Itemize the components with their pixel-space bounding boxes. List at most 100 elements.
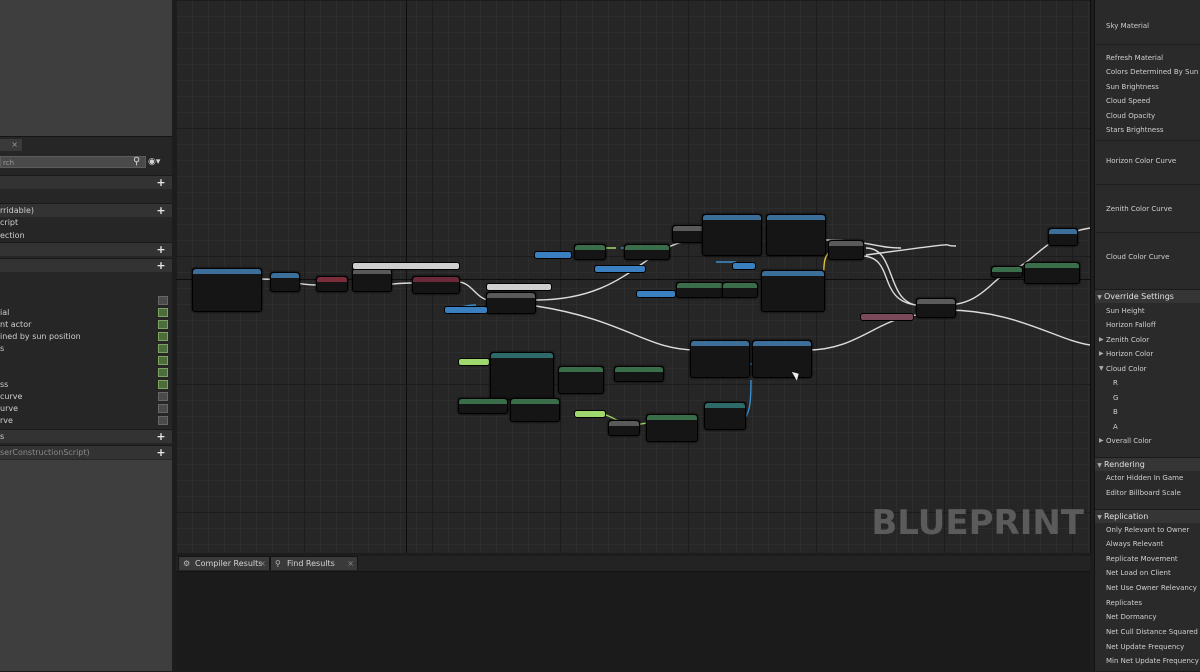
eye-icon[interactable] [158, 416, 168, 425]
property-replicate-movement[interactable]: Replicate Movement [1106, 555, 1178, 563]
macro-node[interactable] [412, 276, 460, 294]
section-replication[interactable]: ▼ Replication [1095, 509, 1200, 523]
function-node[interactable] [558, 366, 604, 394]
section-macros[interactable]: + [0, 242, 172, 256]
property-r[interactable]: R [1113, 379, 1118, 387]
property-g[interactable]: G [1113, 394, 1118, 402]
function-node[interactable] [574, 244, 606, 260]
property-zenith-color[interactable]: Zenith Color [1106, 336, 1149, 344]
reroute-node[interactable] [316, 276, 348, 292]
property-net-update-frequency[interactable]: Net Update Frequency [1106, 643, 1184, 651]
panel-tab[interactable]: × [0, 139, 22, 151]
property-sun-brightness[interactable]: Sun Brightness [1106, 83, 1159, 91]
property-horizon-color-curve[interactable]: Horizon Color Curve [1106, 157, 1176, 165]
add-graph-icon[interactable]: + [156, 176, 166, 189]
property-only-relevant-to-owner[interactable]: Only Relevant to Owner [1106, 526, 1189, 534]
tab-compiler-results[interactable]: ⚙ Compiler Results × [178, 556, 270, 570]
branch-node[interactable] [916, 298, 956, 318]
set-parameter-node[interactable] [690, 340, 750, 378]
property-colors-determined[interactable]: Colors Determined By Sun Position [1106, 68, 1200, 76]
property-horizon-color[interactable]: Horizon Color [1106, 350, 1153, 358]
set-parameter-node[interactable] [702, 214, 762, 256]
function-node[interactable] [676, 282, 724, 298]
function-node[interactable] [608, 420, 640, 436]
variable-get-node[interactable] [574, 410, 606, 418]
search-input[interactable]: rch [0, 156, 146, 168]
add-dispatcher-icon[interactable]: + [156, 430, 166, 443]
tab-find-results[interactable]: ⚲ Find Results × [270, 556, 358, 570]
function-node[interactable] [646, 414, 698, 442]
collapse-icon[interactable]: ▼ [1095, 511, 1104, 524]
eye-icon[interactable] [158, 320, 168, 329]
collapse-icon[interactable]: ▼ [1095, 459, 1104, 472]
section-event-dispatchers[interactable]: s + [0, 429, 172, 443]
function-node[interactable] [991, 266, 1023, 278]
sequence-node[interactable] [486, 292, 536, 314]
function-node[interactable] [458, 398, 508, 414]
property-replicates[interactable]: Replicates [1106, 599, 1142, 607]
function-item[interactable]: cript [0, 216, 172, 230]
section-rendering[interactable]: ▼ Rendering [1095, 457, 1200, 471]
make-struct-node[interactable] [490, 352, 554, 400]
variable-item[interactable]: rve [0, 414, 172, 428]
expand-icon[interactable]: ▶ [1099, 437, 1104, 444]
variable-get-node[interactable] [534, 251, 572, 259]
property-net-use-owner-relevancy[interactable]: Net Use Owner Relevancy [1106, 584, 1197, 592]
eye-icon[interactable] [158, 404, 168, 413]
eye-icon[interactable] [158, 344, 168, 353]
comment-node[interactable] [486, 283, 552, 291]
function-node[interactable] [270, 272, 300, 292]
section-functions[interactable]: rridable) + [0, 203, 172, 217]
search-icon[interactable]: ⚲ [133, 156, 145, 168]
property-cloud-opacity[interactable]: Cloud Opacity [1106, 112, 1155, 120]
set-parameter-node[interactable] [752, 340, 812, 378]
comment-node[interactable] [352, 262, 460, 270]
property-sky-material[interactable]: Sky Material [1106, 22, 1149, 30]
function-node[interactable] [624, 244, 670, 260]
property-min-net-update-frequency[interactable]: Min Net Update Frequency [1106, 657, 1199, 665]
eye-icon[interactable] [158, 380, 168, 389]
variable-get-node[interactable] [444, 306, 488, 314]
expand-icon[interactable]: ▶ [1099, 336, 1104, 343]
blueprint-graph[interactable]: BLUEPRINT [176, 0, 1091, 553]
eye-icon[interactable] [158, 332, 168, 341]
close-icon[interactable]: × [259, 557, 266, 571]
property-horizon-falloff[interactable]: Horizon Falloff [1106, 321, 1156, 329]
property-net-load-on-client[interactable]: Net Load on Client [1106, 569, 1171, 577]
function-node[interactable] [614, 366, 664, 382]
close-icon[interactable]: × [347, 557, 354, 571]
function-node[interactable] [722, 282, 758, 298]
section-graphs[interactable]: + [0, 175, 172, 189]
function-node[interactable] [510, 398, 560, 422]
property-cloud-color[interactable]: Cloud Color [1106, 365, 1147, 373]
property-zenith-color-curve[interactable]: Zenith Color Curve [1106, 205, 1172, 213]
property-net-dormancy[interactable]: Net Dormancy [1106, 613, 1156, 621]
variable-get-node[interactable] [594, 265, 646, 273]
property-cloud-color-curve[interactable]: Cloud Color Curve [1106, 253, 1169, 261]
variable-get-node[interactable] [458, 358, 490, 366]
property-a[interactable]: A [1113, 423, 1118, 431]
event-node[interactable] [192, 268, 262, 312]
property-stars-brightness[interactable]: Stars Brightness [1106, 126, 1164, 134]
set-parameter-node[interactable] [766, 214, 826, 256]
property-always-relevant[interactable]: Always Relevant [1106, 540, 1163, 548]
property-sun-height[interactable]: Sun Height [1106, 307, 1145, 315]
branch-node[interactable] [352, 268, 392, 292]
make-color-node[interactable] [704, 402, 746, 430]
collapse-icon[interactable]: ▼ [1095, 291, 1104, 304]
property-cloud-speed[interactable]: Cloud Speed [1106, 97, 1150, 105]
variable-get-node[interactable] [732, 262, 756, 270]
collapse-icon[interactable]: ▼ [1099, 365, 1104, 372]
add-variable-icon[interactable]: + [156, 259, 166, 272]
eye-icon[interactable] [158, 368, 168, 377]
property-refresh-material[interactable]: Refresh Material [1106, 54, 1163, 62]
function-node[interactable] [1048, 228, 1078, 246]
add-macro-icon[interactable]: + [156, 243, 166, 256]
add-local-variable-icon[interactable]: + [156, 446, 166, 459]
expand-icon[interactable]: ▶ [1099, 350, 1104, 357]
property-b[interactable]: B [1113, 408, 1118, 416]
section-local-variables[interactable]: serConstructionScript) + [0, 445, 172, 459]
view-options-icon[interactable]: ◉▾ [148, 156, 166, 168]
property-net-cull-distance-squared[interactable]: Net Cull Distance Squared [1106, 628, 1198, 636]
variable-get-node[interactable] [636, 290, 676, 298]
